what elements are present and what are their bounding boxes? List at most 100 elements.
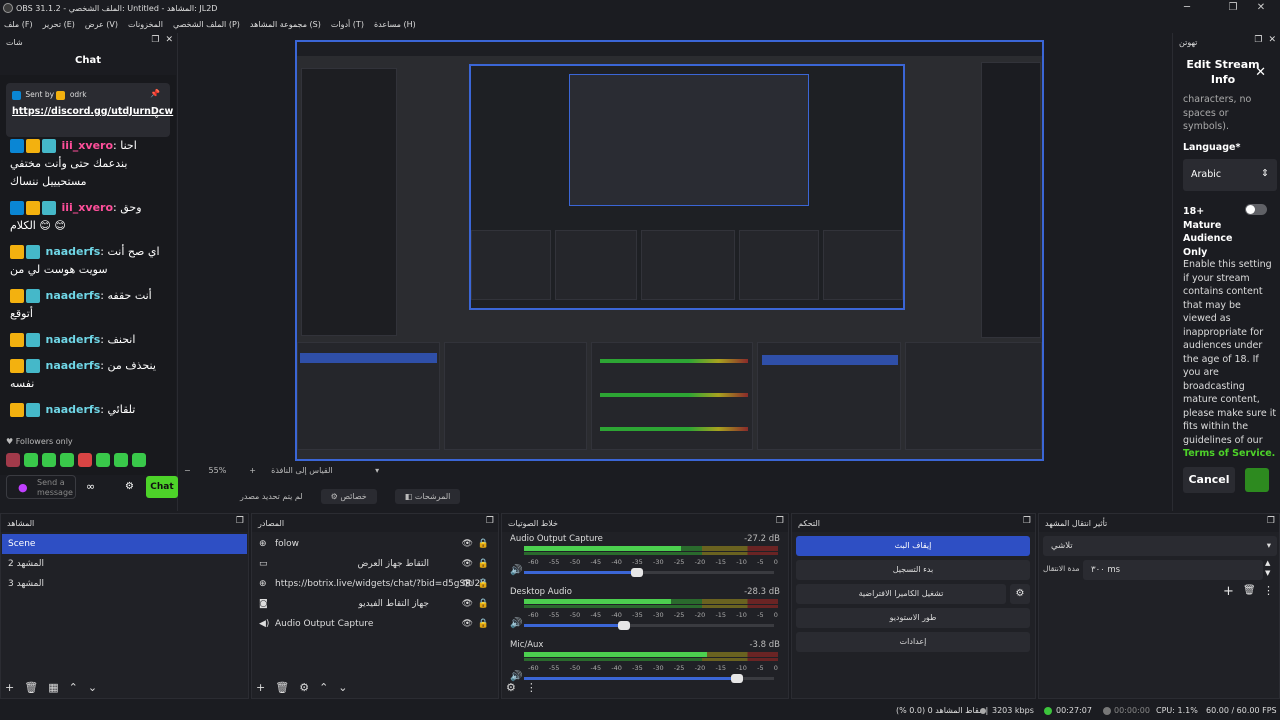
settings-gear-icon[interactable]: ⚙	[125, 481, 134, 492]
menu-help[interactable]: مساعدة (H)	[374, 20, 416, 29]
lock-icon[interactable]: 🔒	[478, 594, 489, 614]
close-icon[interactable]: ✕	[1268, 35, 1276, 45]
scale-to-window-label[interactable]: القياس إلى النافذة	[271, 466, 332, 475]
filters-button[interactable]: ◧ المرشحات	[394, 488, 461, 504]
visibility-eye-icon[interactable]: 👁	[462, 574, 473, 594]
duration-stepper-icon[interactable]: ▲ ▼	[1265, 558, 1270, 578]
add-icon[interactable]: +	[1223, 584, 1234, 599]
volume-knob[interactable]	[730, 674, 743, 683]
scene-item[interactable]: المشهد 3	[2, 574, 247, 594]
volume-knob[interactable]	[618, 621, 630, 630]
zoom-level[interactable]: 55%	[209, 466, 227, 475]
emote-icon[interactable]	[6, 453, 20, 467]
speaker-icon[interactable]: 🔊	[510, 565, 522, 576]
start-virtual-camera-button[interactable]: تشغيل الكاميرا الافتراضية	[796, 584, 1006, 604]
add-icon[interactable]: +	[256, 681, 265, 694]
stop-streaming-button[interactable]: إيقاف البث	[796, 536, 1030, 556]
emote-icon[interactable]	[78, 453, 92, 467]
emote-icon[interactable]	[42, 453, 56, 467]
properties-button[interactable]: ⚙ خصائص	[320, 488, 377, 504]
chat-username[interactable]: naaderfs	[46, 245, 101, 258]
transition-type-select[interactable]: تلاشي ▾	[1043, 536, 1277, 556]
emote-icon[interactable]	[114, 453, 128, 467]
emote-icon[interactable]	[132, 453, 146, 467]
trash-icon[interactable]: 🗑	[1243, 585, 1256, 596]
start-recording-button[interactable]: بدء التسجيل	[796, 560, 1030, 580]
minimize-button[interactable]: ─	[1164, 0, 1210, 16]
chevron-up-icon[interactable]: ⌃	[319, 681, 328, 694]
scene-item[interactable]: المشهد 2	[2, 554, 247, 574]
float-icon[interactable]: ❐	[236, 516, 244, 526]
add-icon[interactable]: +	[5, 681, 14, 694]
chat-username[interactable]: naaderfs	[46, 403, 101, 416]
pinned-link[interactable]: https://discord.gg/utdJurnDcw	[12, 105, 173, 118]
menu-edit[interactable]: تحرير (E)	[43, 20, 75, 29]
close-icon[interactable]: ✕	[165, 35, 173, 45]
visibility-eye-icon[interactable]: 👁	[462, 534, 473, 554]
float-icon[interactable]: ❐	[776, 516, 784, 526]
chevron-up-icon[interactable]: ⌃	[69, 681, 78, 694]
more-icon[interactable]: ⋮	[526, 681, 537, 694]
menu-profile[interactable]: الملف الشخصي (P)	[173, 20, 240, 29]
float-icon[interactable]: ❐	[1267, 516, 1275, 526]
trash-icon[interactable]: 🗑	[24, 681, 38, 694]
lock-icon[interactable]: 🔒	[478, 614, 489, 634]
filter-icon[interactable]: ▦	[48, 681, 58, 694]
duration-input[interactable]: ٣٠٠ ms	[1083, 560, 1263, 580]
scene-item[interactable]: Scene	[2, 534, 247, 554]
lock-icon[interactable]: 🔒	[478, 534, 489, 554]
float-icon[interactable]: ❐	[151, 35, 159, 45]
close-window-button[interactable]: ✕	[1238, 0, 1280, 16]
gear-icon[interactable]: ⚙	[506, 681, 516, 694]
source-item[interactable]: ⊕ https://botrix.live/widgets/chat/?bid=d…	[253, 574, 497, 594]
save-button[interactable]	[1245, 468, 1269, 492]
float-icon[interactable]: ❐	[486, 516, 494, 526]
lock-icon[interactable]: 🔒	[478, 554, 489, 574]
mature-toggle[interactable]	[1245, 204, 1267, 215]
chevron-down-icon[interactable]: ▾	[375, 466, 379, 475]
chevron-down-icon[interactable]: ⌄	[338, 681, 347, 694]
source-item[interactable]: ◙ جهاز التقاط الفيديو 👁 🔒	[253, 594, 497, 614]
chat-message-input[interactable]: Send a message	[6, 475, 76, 499]
menu-view[interactable]: عرض (V)	[85, 20, 118, 29]
studio-mode-button[interactable]: طور الاستوديو	[796, 608, 1030, 628]
settings-button[interactable]: إعدادات	[796, 632, 1030, 652]
visibility-eye-icon[interactable]: 👁	[462, 594, 473, 614]
chevron-down-icon[interactable]: ⌄	[88, 681, 97, 694]
trash-icon[interactable]: 🗑	[275, 681, 289, 694]
emote-icon[interactable]	[60, 453, 74, 467]
chat-send-button[interactable]: Chat	[146, 476, 178, 498]
infinity-icon[interactable]: ∞	[86, 480, 95, 493]
chat-username[interactable]: iii_xvero	[62, 201, 114, 214]
source-item[interactable]: ◀) Audio Output Capture 👁 🔒	[253, 614, 497, 634]
visibility-eye-icon[interactable]: 👁	[462, 554, 473, 574]
emote-icon[interactable]	[24, 453, 38, 467]
chevron-down-icon[interactable]: ⌄	[153, 111, 160, 120]
menu-file[interactable]: ملف (F)	[4, 20, 33, 29]
source-item[interactable]: ▭ التقاط جهاز العرض 👁 🔒	[253, 554, 497, 574]
mic-icon[interactable]: ●	[18, 481, 28, 494]
cancel-button[interactable]: Cancel	[1183, 467, 1235, 493]
zoom-out-icon[interactable]: −	[184, 466, 191, 475]
volume-slider[interactable]	[524, 674, 774, 683]
more-icon[interactable]: ⋮	[1263, 584, 1274, 597]
volume-slider[interactable]	[524, 621, 774, 630]
volume-knob[interactable]	[630, 568, 643, 577]
volume-slider[interactable]	[524, 568, 774, 577]
float-icon[interactable]: ❐	[1023, 516, 1031, 526]
chat-username[interactable]: naaderfs	[46, 289, 101, 302]
menu-tools[interactable]: أدوات (T)	[331, 20, 364, 29]
gear-icon[interactable]: ⚙	[299, 681, 309, 694]
pin-icon[interactable]: 📌	[150, 89, 160, 98]
lock-icon[interactable]: 🔒	[478, 574, 489, 594]
float-icon[interactable]: ❐	[1254, 35, 1262, 45]
source-item[interactable]: ⊕ folow 👁 🔒	[253, 534, 497, 554]
chat-username[interactable]: naaderfs	[46, 359, 101, 372]
close-icon[interactable]: ✕	[1255, 65, 1266, 80]
preview-canvas[interactable]	[295, 40, 1044, 461]
visibility-eye-icon[interactable]: 👁	[462, 614, 473, 634]
chat-username[interactable]: naaderfs	[46, 333, 101, 346]
terms-of-service-link[interactable]: Terms of Service.	[1183, 448, 1275, 459]
virtual-camera-settings-gear-icon[interactable]: ⚙	[1010, 584, 1030, 604]
speaker-icon[interactable]: 🔊	[510, 618, 522, 629]
